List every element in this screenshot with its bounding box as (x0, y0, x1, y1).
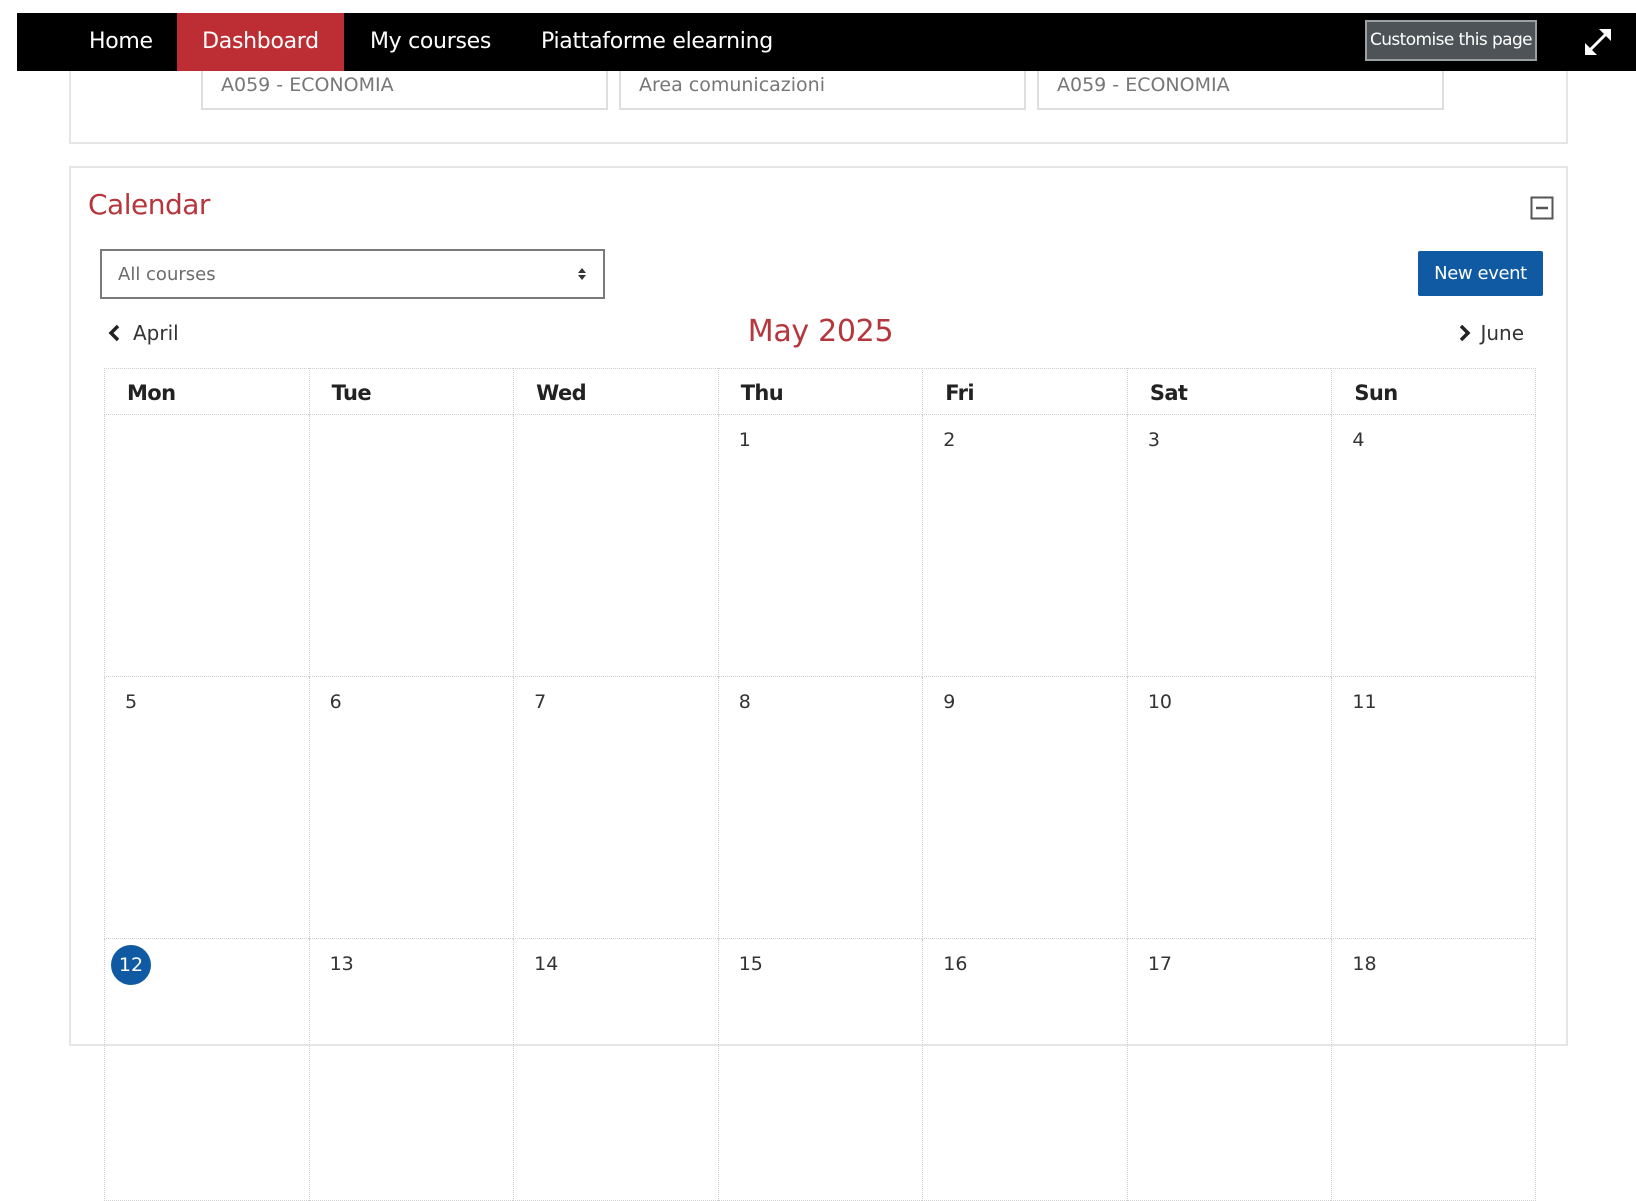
day-cell[interactable]: 9 (922, 677, 1127, 939)
day-cell[interactable]: 7 (513, 677, 718, 939)
day-cell[interactable]: 3 (1126, 415, 1332, 677)
day-cell[interactable]: 16 (922, 939, 1127, 1201)
day-number: 1 (738, 429, 751, 451)
day-cell[interactable]: 10 (1126, 677, 1332, 939)
main-navbar: Home Dashboard My courses Piattaforme el… (17, 13, 1636, 71)
weekday-header: Fri (922, 368, 1127, 415)
nav-piattaforme-elearning[interactable]: Piattaforme elearning (541, 13, 773, 71)
day-cell[interactable]: 1 (717, 415, 923, 677)
day-cell[interactable]: 8 (717, 677, 923, 939)
select-arrows-icon (578, 268, 586, 280)
nav-home[interactable]: Home (89, 13, 153, 71)
day-cell[interactable] (308, 415, 514, 677)
day-number: 3 (1147, 429, 1160, 451)
weekday-header: Wed (513, 368, 718, 415)
day-number: 8 (738, 691, 751, 713)
calendar-title: Calendar (88, 188, 210, 221)
day-cell[interactable] (104, 415, 309, 677)
day-number: 6 (329, 691, 342, 713)
nav-dashboard[interactable]: Dashboard (177, 13, 344, 71)
nav-my-courses[interactable]: My courses (370, 13, 491, 71)
calendar-week-row: 1 2 3 4 (104, 415, 1536, 677)
day-number: 18 (1352, 953, 1377, 975)
day-number: 4 (1352, 429, 1365, 451)
day-number: 9 (943, 691, 956, 713)
fullscreen-expand-icon[interactable] (1582, 26, 1614, 58)
course-filter-value: All courses (118, 264, 216, 285)
top-strip (0, 0, 1636, 13)
weekday-header: Sun (1331, 368, 1536, 415)
calendar-grid: Mon Tue Wed Thu Fri Sat Sun 1 2 3 4 5 6 … (104, 368, 1536, 1201)
calendar-block: Calendar All courses New event April May… (69, 166, 1568, 1201)
chevron-right-icon (1460, 324, 1471, 342)
calendar-week-row: 12 13 14 15 16 17 18 (104, 939, 1536, 1201)
day-cell[interactable]: 6 (308, 677, 514, 939)
next-month-link[interactable]: June (1458, 318, 1524, 348)
day-cell[interactable]: 4 (1331, 415, 1536, 677)
day-number: 15 (738, 953, 763, 975)
day-cell[interactable]: 11 (1331, 677, 1536, 939)
current-month-title: May 2025 (747, 314, 894, 349)
day-number: 14 (534, 953, 559, 975)
collapse-block-icon[interactable] (1530, 196, 1554, 220)
day-number: 10 (1147, 691, 1172, 713)
day-cell[interactable]: 18 (1331, 939, 1536, 1201)
day-cell[interactable]: 2 (922, 415, 1127, 677)
course-filter-select[interactable]: All courses (100, 249, 605, 299)
today-day-number: 12 (111, 945, 151, 985)
day-cell-today[interactable]: 12 (104, 939, 309, 1201)
day-cell[interactable]: 15 (717, 939, 923, 1201)
day-number: 13 (329, 953, 354, 975)
day-cell[interactable] (513, 415, 718, 677)
course-name: Area comunicazioni (639, 74, 825, 96)
day-number: 5 (125, 691, 138, 713)
weekday-header: Mon (104, 368, 309, 415)
next-month-label: June (1480, 321, 1524, 345)
weekday-header-row: Mon Tue Wed Thu Fri Sat Sun (104, 368, 1536, 415)
day-cell[interactable]: 13 (308, 939, 514, 1201)
day-number: 11 (1352, 691, 1377, 713)
weekday-header: Thu (717, 368, 923, 415)
calendar-week-row: 5 6 7 8 9 10 11 (104, 677, 1536, 939)
day-number: 17 (1147, 953, 1172, 975)
day-cell[interactable]: 17 (1126, 939, 1332, 1201)
day-number: 2 (943, 429, 956, 451)
customise-page-button[interactable]: Customise this page (1365, 20, 1537, 61)
weekday-header: Tue (308, 368, 514, 415)
weekday-header: Sat (1126, 368, 1332, 415)
day-cell[interactable]: 5 (104, 677, 309, 939)
day-number: 16 (943, 953, 968, 975)
day-cell[interactable]: 14 (513, 939, 718, 1201)
day-number: 7 (534, 691, 547, 713)
course-name: A059 - ECONOMIA (1057, 74, 1230, 96)
new-event-button[interactable]: New event (1418, 251, 1543, 296)
course-name: A059 - ECONOMIA (221, 74, 394, 96)
